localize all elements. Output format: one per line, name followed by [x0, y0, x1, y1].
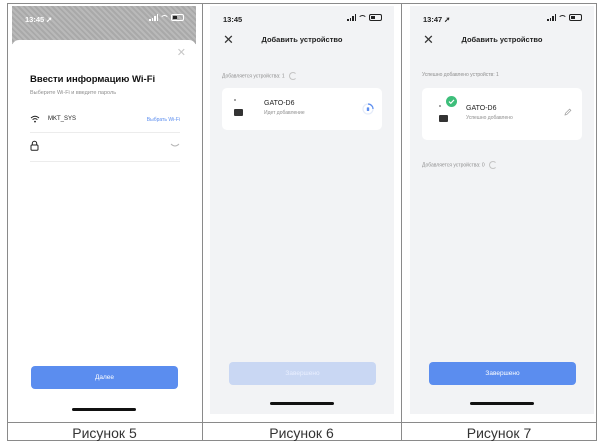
battery-icon [569, 14, 582, 21]
caption-divider [7, 422, 597, 423]
phone-screen-success: 13:47 ➚ ✕ Добавить устройство Успешно доб… [410, 6, 594, 414]
device-name: GATO-D6 [466, 105, 497, 112]
choose-wifi-link[interactable]: Выбрать Wi-Fi [147, 117, 180, 123]
device-card[interactable]: GATO-D6 Успешно добавлено [422, 88, 582, 140]
status-icons [347, 14, 382, 21]
page-subtitle: Выберите Wi-Fi и введите пароль [30, 90, 117, 96]
status-icons [149, 14, 184, 21]
device-card[interactable]: GATO-D6 Идет добавление [222, 88, 382, 130]
status-time: 13:45 [223, 15, 243, 24]
page-title: Ввести информацию Wi-Fi [30, 74, 156, 85]
success-label: Успешно добавлено устройств: 1 [422, 72, 499, 78]
device-image [231, 97, 247, 121]
status-icons [547, 14, 582, 21]
phone-screen-wifi: 13:45 ➚ ✕ Ввести информацию Wi-Fi Выберит… [12, 6, 196, 414]
signal-icon [347, 14, 356, 21]
battery-icon [171, 14, 184, 21]
device-status: Успешно добавлено [466, 115, 513, 121]
ssid-row[interactable]: MKT_SYS Выбрать Wi-Fi [30, 112, 180, 130]
eye-closed-icon[interactable] [170, 143, 180, 148]
wifi-status-icon [160, 14, 169, 21]
status-bar: 13:45 ➚ [12, 6, 196, 34]
figure-caption: Рисунок 6 [269, 425, 334, 441]
column-divider [202, 3, 203, 441]
close-icon[interactable]: ✕ [177, 46, 186, 59]
loading-icon [362, 103, 374, 115]
signal-icon [149, 14, 158, 21]
adding-label-text: Добавляется устройства: 0 [422, 162, 485, 169]
status-bar: 13:47 ➚ [410, 6, 594, 34]
device-status: Идет добавление [264, 110, 305, 116]
status-time: 13:47 [423, 15, 443, 24]
done-button[interactable]: Завершено [429, 362, 576, 385]
ssid-value: MKT_SYS [48, 116, 77, 122]
page-title: Добавить устройство [261, 35, 343, 44]
page-title: Добавить устройство [461, 35, 543, 44]
password-field[interactable] [30, 137, 180, 157]
wifi-sheet: ✕ Ввести информацию Wi-Fi Выберите Wi-Fi… [12, 40, 196, 414]
column-divider [401, 3, 402, 441]
adding-label-text: Добавляется устройства: 1 [222, 73, 285, 80]
spinner-icon [288, 72, 297, 80]
divider [30, 132, 180, 133]
status-time: 13:45 [25, 15, 45, 24]
adding-label: Добавляется устройства: 0 [422, 161, 497, 169]
success-check-icon [446, 96, 457, 107]
lock-icon [30, 140, 39, 151]
wifi-status-icon [558, 14, 567, 21]
adding-label: Добавляется устройства: 1 [222, 72, 297, 80]
home-indicator [470, 402, 534, 405]
battery-icon [369, 14, 382, 21]
device-name: GATO-D6 [264, 100, 295, 107]
done-button[interactable]: Завершено [229, 362, 376, 385]
wifi-status-icon [358, 14, 367, 21]
home-indicator [270, 402, 334, 405]
status-bar: 13:45 [210, 6, 394, 34]
location-arrow-icon: ➚ [46, 15, 53, 24]
spinner-icon [488, 161, 497, 169]
phone-screen-adding: 13:45 ✕ Добавить устройство Добавляется … [210, 6, 394, 414]
next-button[interactable]: Далее [31, 366, 178, 389]
location-arrow-icon: ➚ [444, 15, 451, 24]
signal-icon [547, 14, 556, 21]
edit-icon[interactable] [564, 108, 572, 116]
home-indicator [72, 408, 136, 411]
figure-caption: Рисунок 5 [72, 425, 137, 441]
figure-caption: Рисунок 7 [466, 425, 532, 441]
wifi-icon [30, 115, 40, 123]
divider [30, 161, 180, 162]
